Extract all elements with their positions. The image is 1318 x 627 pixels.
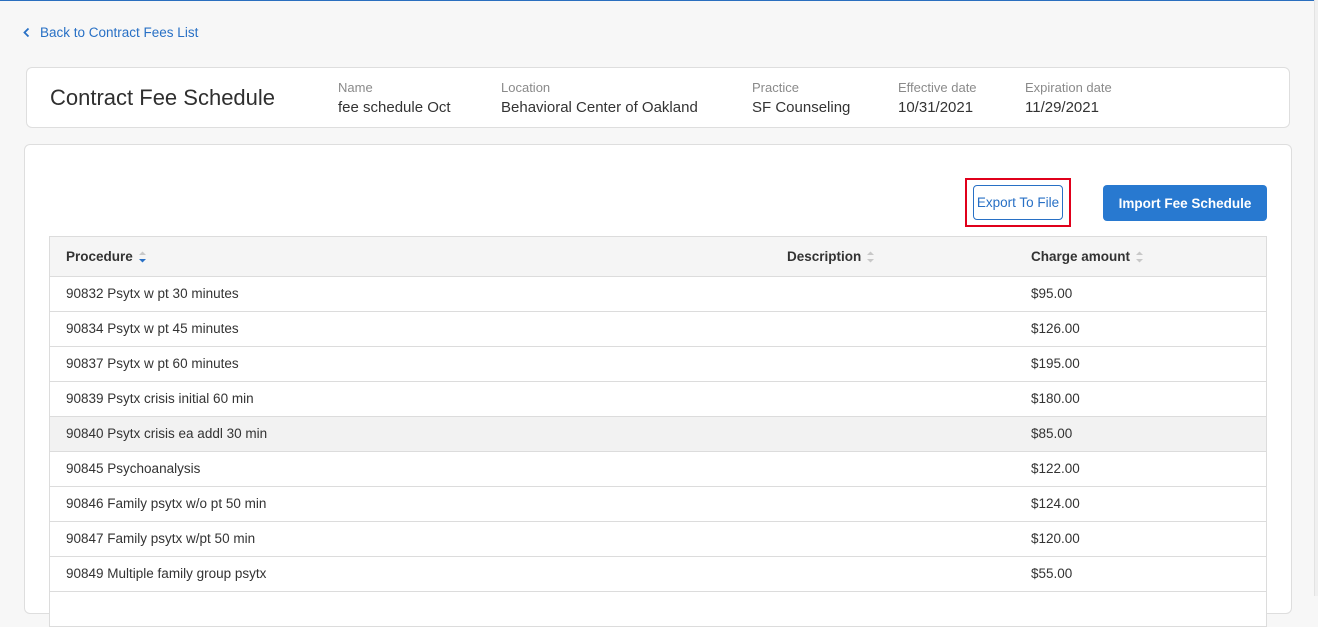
expiration-date-field: Expiration date 11/29/2021 <box>1025 80 1112 118</box>
top-accent-line <box>0 0 1318 1</box>
page-title: Contract Fee Schedule <box>50 85 276 110</box>
effective-date-value: 10/31/2021 <box>898 99 974 116</box>
column-header-description[interactable]: Description <box>787 249 875 264</box>
name-label: Name <box>338 80 373 95</box>
table-row[interactable]: 90846 Family psytx w/o pt 50 min $124.00 <box>49 487 1267 522</box>
table-row[interactable]: 90847 Family psytx w/pt 50 min $120.00 <box>49 522 1267 557</box>
name-value: fee schedule Oct <box>338 99 451 116</box>
description-header-label: Description <box>787 249 862 264</box>
table-row[interactable]: 90849 Multiple family group psytx $55.00 <box>49 557 1267 592</box>
import-fee-schedule-button[interactable]: Import Fee Schedule <box>1103 185 1267 221</box>
effective-date-field: Effective date 10/31/2021 <box>898 80 977 118</box>
procedure-header-label: Procedure <box>66 249 133 264</box>
fee-table: Procedure Description Charge amount 9083… <box>49 236 1267 627</box>
procedure-cell: 90847 Family psytx w/pt 50 min <box>66 531 256 546</box>
table-header: Procedure Description Charge amount <box>49 237 1267 277</box>
charge-amount-cell: $124.00 <box>1031 496 1080 511</box>
location-field: Location Behavioral Center of Oakland <box>501 80 698 118</box>
export-to-file-button[interactable]: Export To File <box>973 185 1063 220</box>
location-value: Behavioral Center of Oakland <box>501 99 698 116</box>
location-label: Location <box>501 80 551 95</box>
table-row[interactable] <box>49 592 1267 627</box>
column-header-procedure[interactable]: Procedure <box>66 249 147 264</box>
expiration-date-value: 11/29/2021 <box>1025 99 1099 116</box>
charge-amount-cell: $180.00 <box>1031 391 1080 406</box>
procedure-cell: 90845 Psychoanalysis <box>66 461 201 476</box>
practice-label: Practice <box>752 80 799 95</box>
back-link-label: Back to Contract Fees List <box>40 25 199 40</box>
charge-amount-cell: $55.00 <box>1031 566 1073 581</box>
procedure-cell: 90840 Psytx crisis ea addl 30 min <box>66 426 268 441</box>
practice-field: Practice SF Counseling <box>752 80 850 118</box>
table-row[interactable]: 90837 Psytx w pt 60 minutes $195.00 <box>49 347 1267 382</box>
procedure-cell: 90832 Psytx w pt 30 minutes <box>66 286 239 301</box>
name-field: Name fee schedule Oct <box>338 80 451 118</box>
effective-date-label: Effective date <box>898 80 977 95</box>
charge-amount-cell: $85.00 <box>1031 426 1073 441</box>
back-to-list-link[interactable]: Back to Contract Fees List <box>22 25 198 40</box>
expiration-date-label: Expiration date <box>1025 80 1112 95</box>
column-header-charge-amount[interactable]: Charge amount <box>1031 249 1144 264</box>
table-row[interactable]: 90845 Psychoanalysis $122.00 <box>49 452 1267 487</box>
sort-icon <box>867 251 875 262</box>
table-row[interactable]: 90832 Psytx w pt 30 minutes $95.00 <box>49 277 1267 312</box>
table-row-hovered[interactable]: 90840 Psytx crisis ea addl 30 min $85.00 <box>49 417 1267 452</box>
sort-icon <box>1136 251 1144 262</box>
procedure-cell: 90849 Multiple family group psytx <box>66 566 267 581</box>
charge-amount-cell: $195.00 <box>1031 356 1080 371</box>
procedure-cell: 90839 Psytx crisis initial 60 min <box>66 391 254 406</box>
charge-amount-header-label: Charge amount <box>1031 249 1131 264</box>
charge-amount-cell: $122.00 <box>1031 461 1080 476</box>
procedure-cell: 90837 Psytx w pt 60 minutes <box>66 356 239 371</box>
practice-value: SF Counseling <box>752 99 851 116</box>
scrollbar[interactable] <box>1314 0 1318 596</box>
sort-descending-icon <box>138 251 146 262</box>
schedule-header-card: Contract Fee Schedule Name fee schedule … <box>26 67 1290 128</box>
charge-amount-cell: $126.00 <box>1031 321 1080 336</box>
table-row[interactable]: 90839 Psytx crisis initial 60 min $180.0… <box>49 382 1267 417</box>
charge-amount-cell: $95.00 <box>1031 286 1073 301</box>
procedure-cell: 90834 Psytx w pt 45 minutes <box>66 321 239 336</box>
chevron-left-icon <box>23 27 30 38</box>
charge-amount-cell: $120.00 <box>1031 531 1080 546</box>
table-row[interactable]: 90834 Psytx w pt 45 minutes $126.00 <box>49 312 1267 347</box>
procedure-cell: 90846 Family psytx w/o pt 50 min <box>66 496 267 511</box>
